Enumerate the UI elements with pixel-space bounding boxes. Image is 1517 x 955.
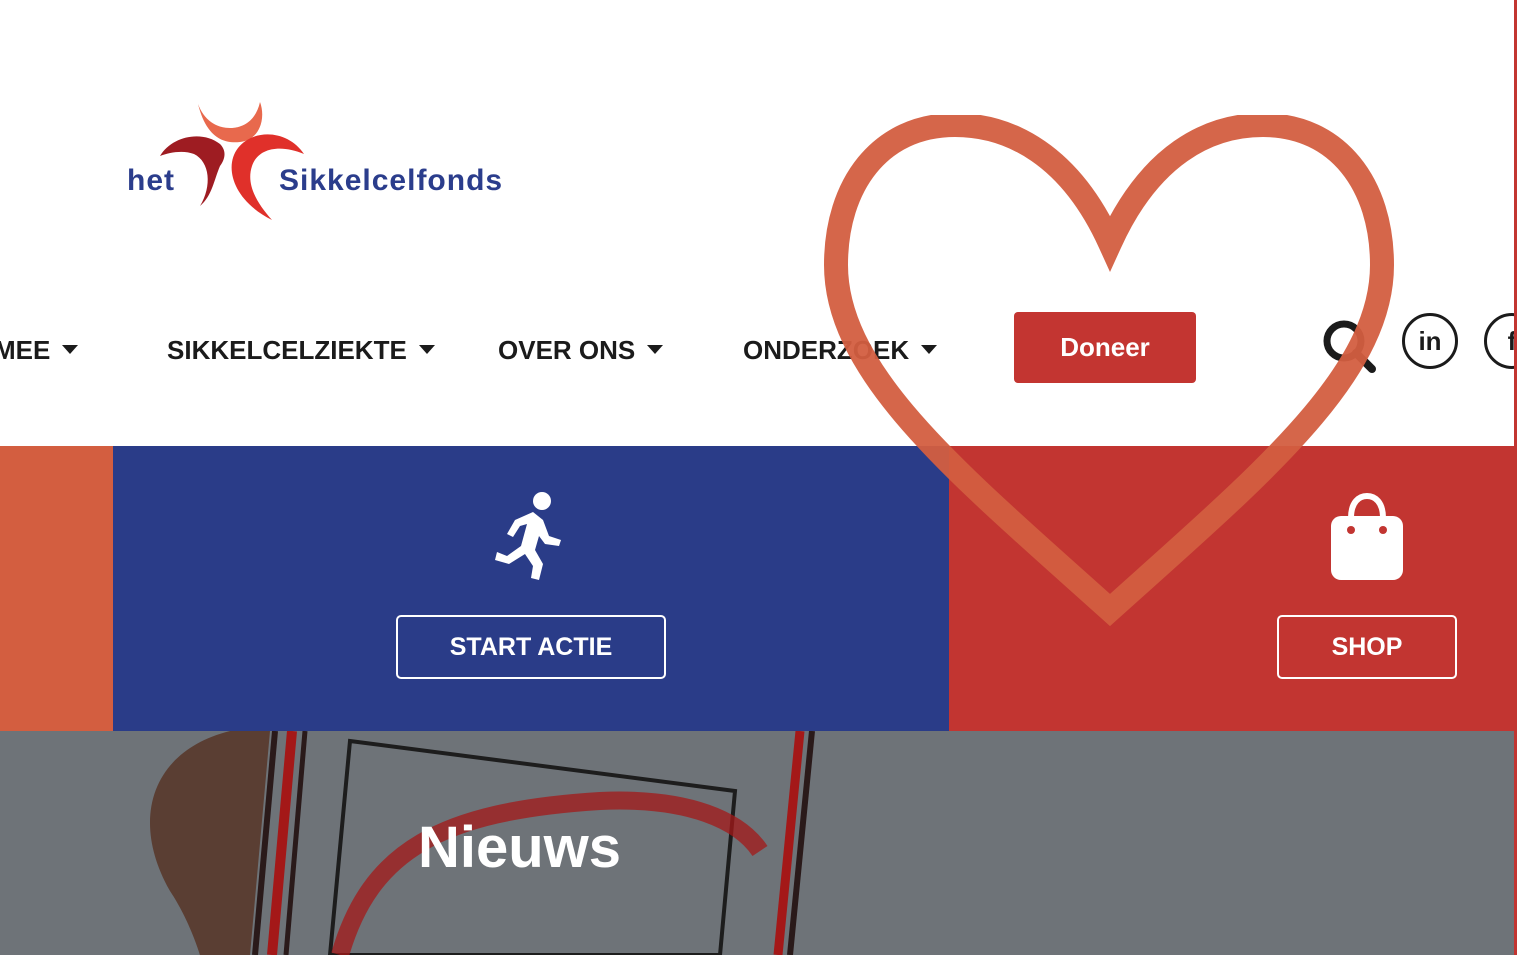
- nav-item-label: ONDERZOEK: [743, 335, 910, 365]
- shopping-bag-icon: [1331, 492, 1403, 580]
- nav-item-over-ons[interactable]: OVER ONS: [498, 332, 664, 368]
- caret-down-icon: [418, 344, 435, 354]
- linkedin-icon[interactable]: in: [1402, 313, 1458, 369]
- search-icon[interactable]: [1320, 318, 1378, 374]
- running-person-icon: [495, 492, 561, 580]
- facebook-icon[interactable]: f: [1484, 313, 1517, 369]
- sickle-logo-mark: [160, 102, 304, 220]
- site-logo[interactable]: het Sikkelcelfonds: [124, 96, 544, 226]
- nav-item-label: SIKKELCELZIEKTE: [167, 335, 407, 365]
- shop-button[interactable]: SHOP: [1277, 615, 1457, 679]
- nav-item-sikkelcelziekte[interactable]: SIKKELCELZIEKTE: [167, 332, 435, 368]
- orange-tile: [0, 446, 113, 731]
- start-action-button[interactable]: START ACTIE: [396, 615, 666, 679]
- caret-down-icon: [647, 344, 664, 354]
- shop-tile: SHOP: [949, 446, 1517, 731]
- news-title: Nieuws: [418, 815, 622, 880]
- logo-text-het: het: [127, 164, 175, 197]
- caret-down-icon: [921, 344, 938, 354]
- start-action-tile: START ACTIE: [113, 446, 949, 731]
- nav-item-doe-mee[interactable]: MEE: [0, 332, 79, 368]
- nav-item-label: OVER ONS: [498, 335, 636, 365]
- logo-text-name: Sikkelcelfonds: [279, 164, 504, 197]
- nav-item-label: MEE: [0, 335, 51, 365]
- news-section: Nieuws: [0, 731, 1517, 955]
- donate-button[interactable]: Doneer: [1014, 312, 1196, 383]
- nav-item-onderzoek[interactable]: ONDERZOEK: [743, 332, 938, 368]
- caret-down-icon: [62, 344, 79, 354]
